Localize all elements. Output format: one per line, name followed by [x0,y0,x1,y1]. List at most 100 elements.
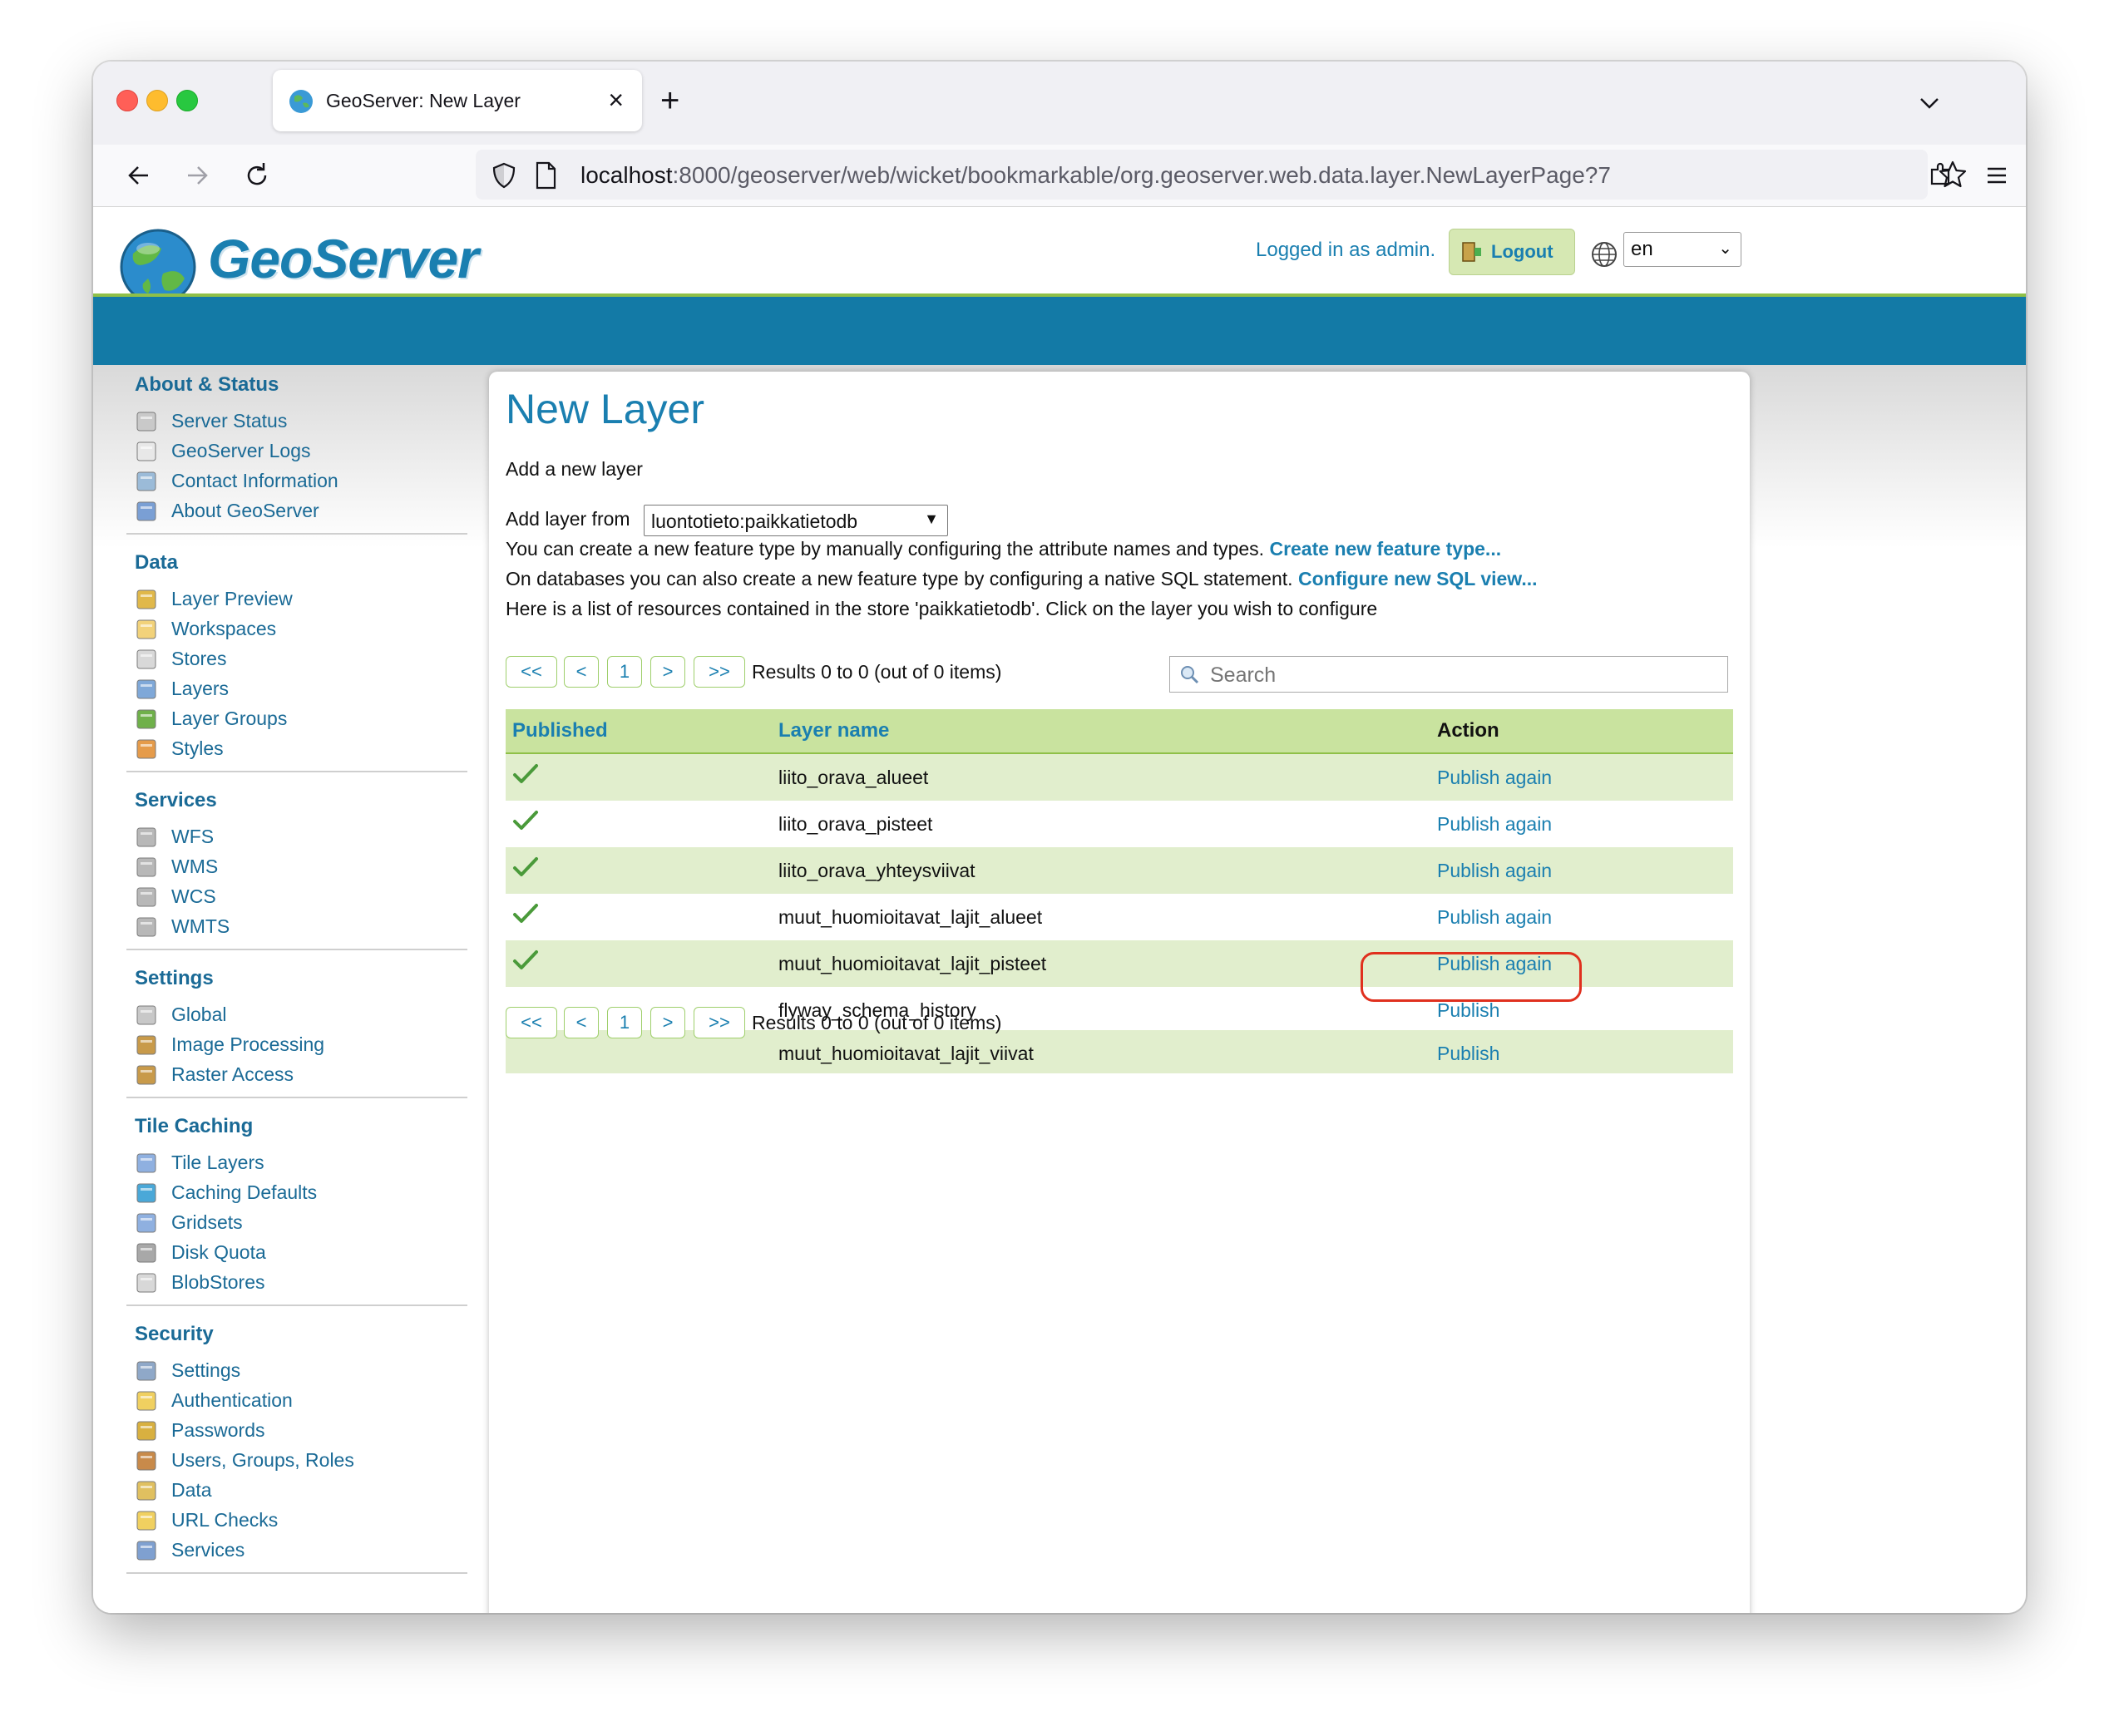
zoom-window-button[interactable] [176,90,198,111]
image-icon [136,1065,156,1085]
published-check-icon [513,857,538,876]
sidebar-item-label: GeoServer Logs [171,440,311,461]
pager-last-button[interactable]: >> [694,656,745,688]
select-arrow-icon: ▼ [924,510,939,527]
sidebar-section-title: Tile Caching [135,1115,254,1137]
pager-first-button[interactable]: << [506,656,557,688]
close-tab-icon[interactable]: × [608,83,624,116]
shield-icon [136,1511,156,1531]
header-published[interactable]: Published [512,719,608,742]
publish-again-link[interactable]: Publish again [1437,860,1552,882]
sidebar-item-label: WMS [171,856,219,877]
new-tab-button[interactable]: + [660,80,679,121]
sidebar-item-label: WFS [171,826,215,847]
configure-sql-view-link[interactable]: Configure new SQL view... [1298,568,1538,589]
pager-results: Results 0 to 0 (out of 0 items) [752,1012,1002,1033]
service-icon [136,827,156,847]
data-security-icon [136,1481,156,1501]
url-bar[interactable]: localhost:8000/geoserver/web/wicket/book… [476,150,1967,200]
logout-label: Logout [1491,241,1553,262]
sidebar-item-label: WCS [171,885,216,907]
geoserver-logo-text[interactable]: GeoServer [208,227,479,290]
sidebar-item-label: Raster Access [171,1063,294,1085]
header-layer-name[interactable]: Layer name [778,719,889,742]
published-check-icon [513,904,538,923]
layer-name[interactable]: muut_huomioitavat_lajit_viivat [778,1043,1034,1065]
database-icon [136,1273,156,1293]
geoserver-favicon-icon [289,90,313,113]
pager-prev-button[interactable]: < [564,1007,599,1038]
sidebar-item-label: Passwords [171,1419,265,1441]
publish-again-link[interactable]: Publish again [1437,953,1552,975]
pager-prev-button[interactable]: < [564,656,599,688]
sidebar-item-label: BlobStores [171,1271,265,1293]
logout-button[interactable]: Logout [1449,229,1575,275]
table-row: liito_orava_alueet Publish again [506,754,1733,801]
sql-view-text: On databases you can also create a new f… [506,568,1298,589]
pager-first-button[interactable]: << [506,1007,557,1038]
service-icon [136,857,156,877]
layer-name[interactable]: muut_huomioitavat_lajit_alueet [778,906,1042,929]
table-row: flyway_schema_history Publish [506,987,1733,1030]
publish-link[interactable]: Publish [1437,999,1499,1022]
logs-icon [136,441,156,461]
publish-link[interactable]: Publish [1437,1043,1499,1065]
forward-arrow-icon[interactable] [176,155,218,196]
sidebar-item-label: Services [171,1539,245,1561]
publish-again-link[interactable]: Publish again [1437,813,1552,836]
about-icon [136,501,156,521]
layer-name[interactable]: muut_huomioitavat_lajit_pisteet [778,953,1046,975]
publish-again-link[interactable]: Publish again [1437,767,1552,789]
layers-icon [136,679,156,699]
back-arrow-icon[interactable] [118,155,160,196]
published-check-icon [513,811,538,830]
minimize-window-button[interactable] [146,90,168,111]
sidebar-item-label: Layer Preview [171,588,293,609]
service-icon [136,887,156,907]
extensions-icon[interactable] [1919,155,1961,196]
sidebar-divider [126,533,467,535]
menu-icon[interactable] [1976,155,2018,196]
page-info-icon[interactable] [534,161,557,190]
tab-geoserver-new-layer[interactable]: GeoServer: New Layer × [273,70,642,131]
create-feature-type-link[interactable]: Create new feature type... [1269,538,1501,560]
sidebar-section-title: Data [135,551,179,574]
layer-name[interactable]: liito_orava_pisteet [778,813,932,836]
layer-name[interactable]: liito_orava_alueet [778,767,928,789]
server-icon [136,1005,156,1025]
tab-title: GeoServer: New Layer [326,90,521,111]
tracking-protection-icon[interactable] [491,161,517,190]
layer-groups-icon [136,709,156,729]
chevron-down-icon: ⌄ [1718,239,1732,258]
sidebar-item-label: Global [171,1004,227,1025]
sidebar-section-title: Settings [135,967,214,989]
reload-icon[interactable] [236,155,278,196]
sidebar-section-title: About & Status [135,373,279,396]
sidebar-divider [126,1097,467,1098]
store-select[interactable]: luontotieto:paikkatietodb ▼ [644,505,948,536]
create-feature-type-text: You can create a new feature type by man… [506,538,1270,560]
shield-icon [136,1391,156,1411]
pager-page-button[interactable]: 1 [607,656,642,688]
pager-next-button[interactable]: > [650,656,685,688]
language-select[interactable]: en ⌄ [1623,232,1741,267]
sql-view-line: On databases you can also create a new f… [506,568,1538,590]
layer-name[interactable]: liito_orava_yhteysviivat [778,860,976,882]
sidebar-item-label: Stores [171,648,227,669]
table-row: muut_huomioitavat_lajit_pisteet Publish a… [506,940,1733,987]
services-security-icon [136,1541,156,1561]
sidebar-item-label: Styles [171,737,224,759]
close-window-button[interactable] [116,90,138,111]
publish-again-link[interactable]: Publish again [1437,906,1552,929]
table-row: liito_orava_yhteysviivat Publish again [506,847,1733,894]
pager-last-button[interactable]: >> [694,1007,745,1038]
header-action: Action [1437,719,1499,742]
published-check-icon [513,950,538,969]
chevron-down-icon[interactable] [1913,86,1946,120]
layer-preview-icon [136,589,156,609]
pager-next-button[interactable]: > [650,1007,685,1038]
pager-page-button[interactable]: 1 [607,1007,642,1038]
search-input[interactable]: Search [1169,656,1728,693]
language-value: en [1631,238,1653,260]
sidebar-item-label: Users, Groups, Roles [171,1449,354,1471]
